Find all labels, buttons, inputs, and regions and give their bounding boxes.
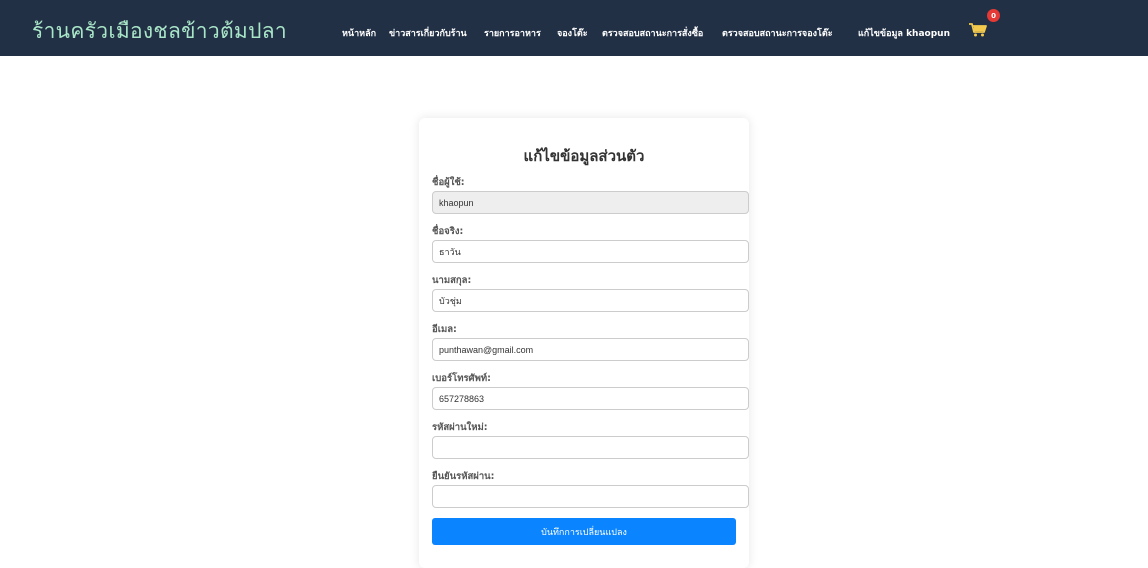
phone-label: เบอร์โทรศัพท์: [432,373,491,384]
cart-count-badge: 0 [987,9,1000,22]
nav-edit-profile[interactable]: แก้ไขข้อมูล khaopun [858,26,950,40]
firstname-label: ชื่อจริง: [432,226,464,237]
phone-field[interactable] [432,387,749,410]
username-field[interactable] [432,191,749,214]
nav-menu[interactable]: รายการอาหาร [484,26,541,40]
email-label: อีเมล: [432,324,457,335]
nav-book-table[interactable]: จองโต๊ะ [557,26,588,40]
nav-booking-status[interactable]: ตรวจสอบสถานะการจองโต๊ะ [722,26,833,40]
top-navbar: ร้านครัวเมืองชลข้าวต้มปลา หน้าหลัก ข่าวส… [0,0,1148,56]
lastname-field[interactable] [432,289,749,312]
email-field[interactable] [432,338,749,361]
new-password-field[interactable] [432,436,749,459]
lastname-label: นามสกุล: [432,275,472,286]
brand-logo-text[interactable]: ร้านครัวเมืองชลข้าวต้มปลา [32,15,287,48]
new-password-label: รหัสผ่านใหม่: [432,422,488,433]
username-label: ชื่อผู้ใช้: [432,177,465,188]
firstname-field[interactable] [432,240,749,263]
form-title: แก้ไขข้อมูลส่วนตัว [523,147,645,165]
cart-icon[interactable] [968,22,988,38]
confirm-password-field[interactable] [432,485,749,508]
edit-profile-card: แก้ไขข้อมูลส่วนตัว ชื่อผู้ใช้: ชื่อจริง:… [419,118,749,568]
nav-order-status[interactable]: ตรวจสอบสถานะการสั่งซื้อ [602,26,703,40]
nav-news[interactable]: ข่าวสารเกี่ยวกับร้าน [389,26,467,40]
save-changes-button[interactable]: บันทึกการเปลี่ยนแปลง [432,518,736,545]
nav-home[interactable]: หน้าหลัก [342,26,376,40]
confirm-password-label: ยืนยันรหัสผ่าน: [432,471,495,482]
